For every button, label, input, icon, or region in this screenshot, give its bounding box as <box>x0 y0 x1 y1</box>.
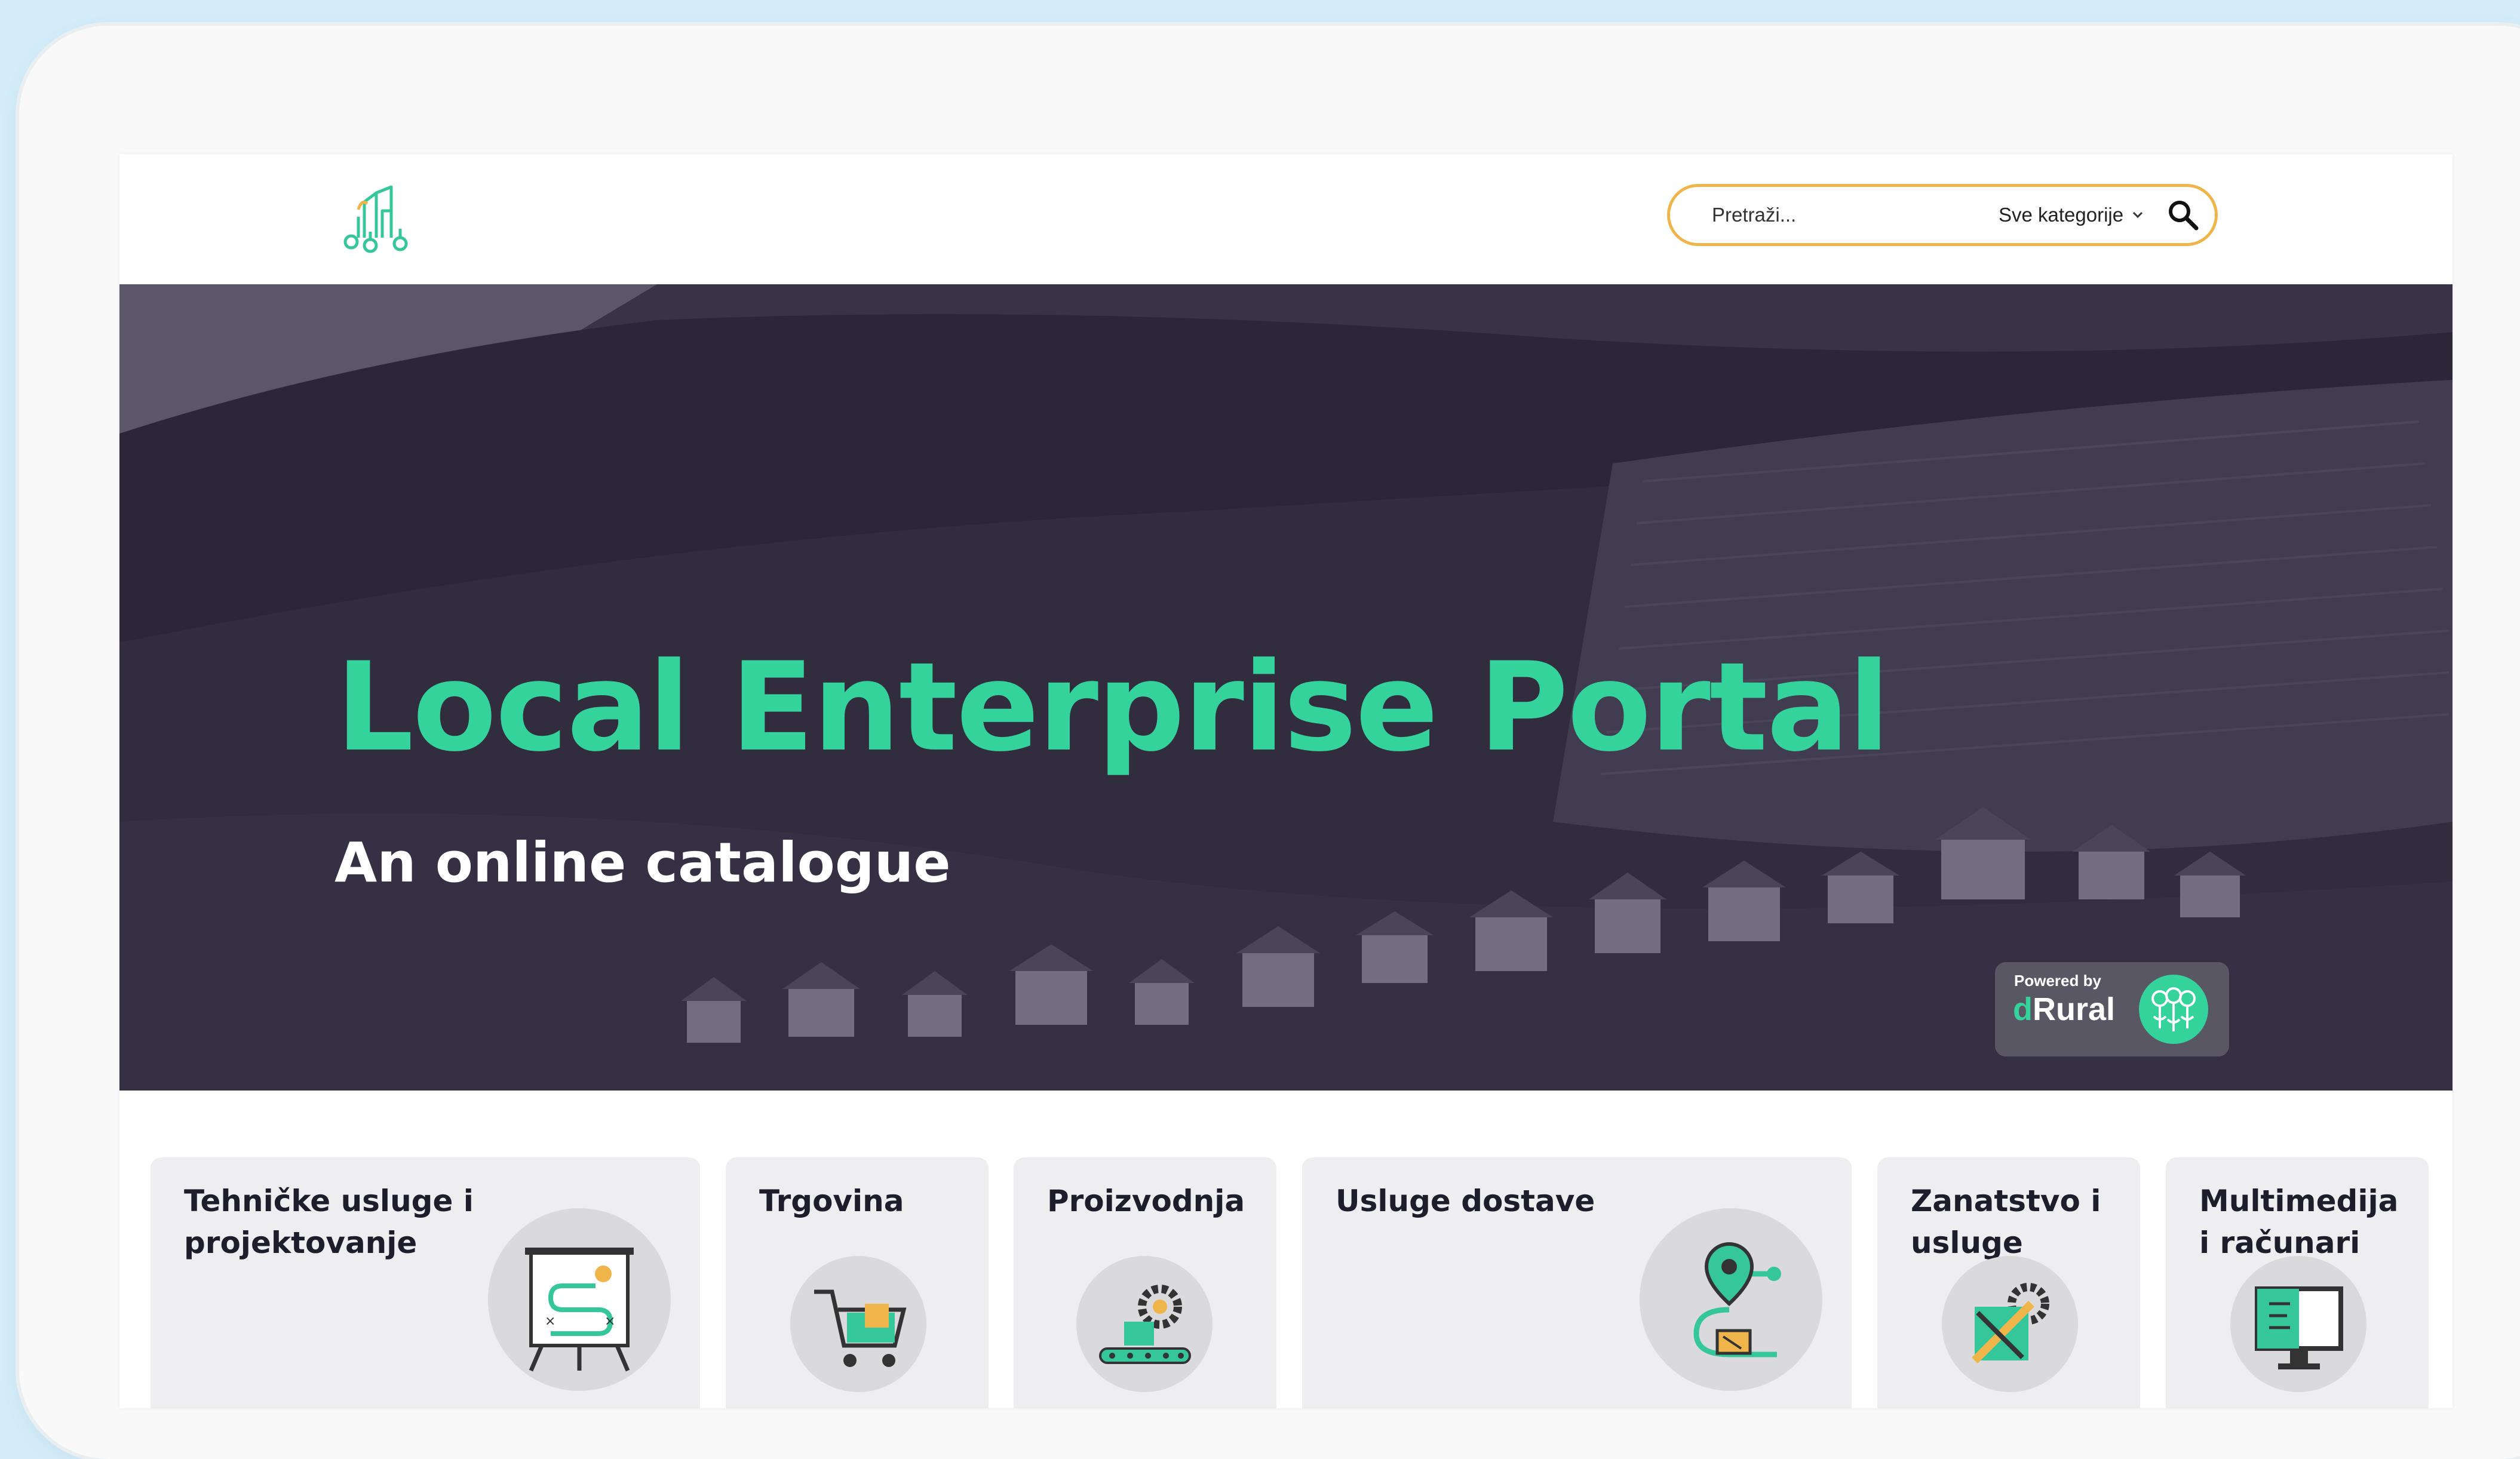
drural-wordmark: dRural <box>2013 991 2115 1028</box>
web-page: Sve kategorije <box>119 154 2453 1408</box>
drural-wordmark-rest: Rural <box>2033 991 2116 1027</box>
search-icon[interactable] <box>2166 198 2200 232</box>
category-card-title: Trgovina <box>759 1184 904 1218</box>
site-header: Sve kategorije <box>119 154 2453 284</box>
computer-monitor-icon <box>2230 1256 2366 1392</box>
search-bar: Sve kategorije <box>1667 184 2218 246</box>
hero-banner: Local Enterprise Portal An online catalo… <box>119 284 2453 1091</box>
powered-by-label: Powered by <box>2014 972 2101 990</box>
category-dropdown[interactable]: Sve kategorije <box>1999 204 2144 226</box>
category-dropdown-label: Sve kategorije <box>1999 204 2124 226</box>
presentation-board-icon: × × <box>488 1208 671 1391</box>
drural-logo-icon <box>2139 975 2208 1044</box>
category-card-title: Tehničke usluge i projektovanje <box>184 1184 474 1260</box>
category-card-title: Multimedija i računari <box>2199 1184 2399 1260</box>
chevron-down-icon <box>2133 211 2143 219</box>
drural-wordmark-d: d <box>2013 991 2033 1027</box>
powered-by-badge[interactable]: Powered by dRural <box>1995 962 2229 1056</box>
hero-title: Local Enterprise Portal <box>336 637 1890 779</box>
hero-subtitle: An online catalogue <box>334 831 951 895</box>
category-card-delivery[interactable]: Usluge dostave <box>1302 1157 1852 1408</box>
svg-text:×: × <box>545 1314 555 1329</box>
category-card-multimedia[interactable]: Multimedija i računari <box>2166 1157 2429 1408</box>
site-logo-icon[interactable] <box>340 181 412 256</box>
category-card-crafts[interactable]: Zanatstvo i usluge <box>1877 1157 2140 1408</box>
category-card-title: Usluge dostave <box>1336 1184 1595 1218</box>
category-card-trade[interactable]: Trgovina <box>726 1157 989 1408</box>
shopping-cart-icon <box>790 1256 926 1392</box>
conveyor-gear-icon <box>1076 1256 1213 1392</box>
category-card-title: Proizvodnja <box>1047 1184 1245 1218</box>
category-card-title: Zanatstvo i usluge <box>1911 1184 2101 1260</box>
category-card-production[interactable]: Proizvodnja <box>1014 1157 1276 1408</box>
search-input[interactable] <box>1712 204 1975 226</box>
svg-text:×: × <box>604 1314 615 1329</box>
delivery-route-icon <box>1640 1208 1822 1391</box>
tools-gear-icon <box>1942 1256 2078 1392</box>
category-cards: Tehničke usluge i projektovanje × × Trgo… <box>119 1157 2453 1408</box>
category-card-technical-services[interactable]: Tehničke usluge i projektovanje × × <box>151 1157 700 1408</box>
